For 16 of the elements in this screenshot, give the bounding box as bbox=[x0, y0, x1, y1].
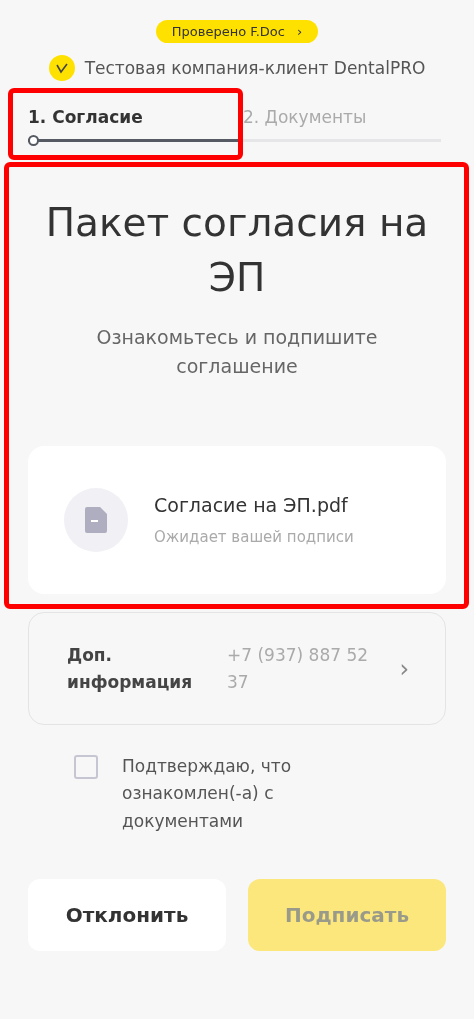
document-card[interactable]: Согласие на ЭП.pdf Ожидает вашей подписи bbox=[28, 446, 446, 595]
logo-icon bbox=[48, 55, 75, 81]
chevron-icon: › bbox=[399, 654, 409, 683]
step-tab[interactable]: 1. Согласие bbox=[28, 101, 238, 139]
info-label: Доп. информация bbox=[67, 643, 194, 694]
info-card[interactable]: Доп. информация +7 (937) 887 52 37 › bbox=[28, 612, 446, 726]
consent-checkbox[interactable] bbox=[74, 755, 98, 780]
page-title: Пакет согласия на ЭП bbox=[44, 199, 430, 302]
consent-label: Подтверждаю, что ознакомлен(-а) с документами bbox=[122, 755, 293, 833]
verified-badge[interactable]: Проверено F.Doc › bbox=[155, 20, 319, 43]
decline-button[interactable]: Отклонить bbox=[28, 878, 226, 951]
document-status: Ожидает вашей подписи bbox=[154, 528, 354, 547]
company-name: Тестовая компания-клиент DentalPRO bbox=[84, 58, 426, 78]
phone-number: +7 (937) 887 52 37 bbox=[227, 643, 370, 694]
document-name: Согласие на ЭП.pdf bbox=[154, 494, 349, 517]
page-subtitle: Ознакомьтесь и подпишите соглашение bbox=[95, 325, 379, 379]
